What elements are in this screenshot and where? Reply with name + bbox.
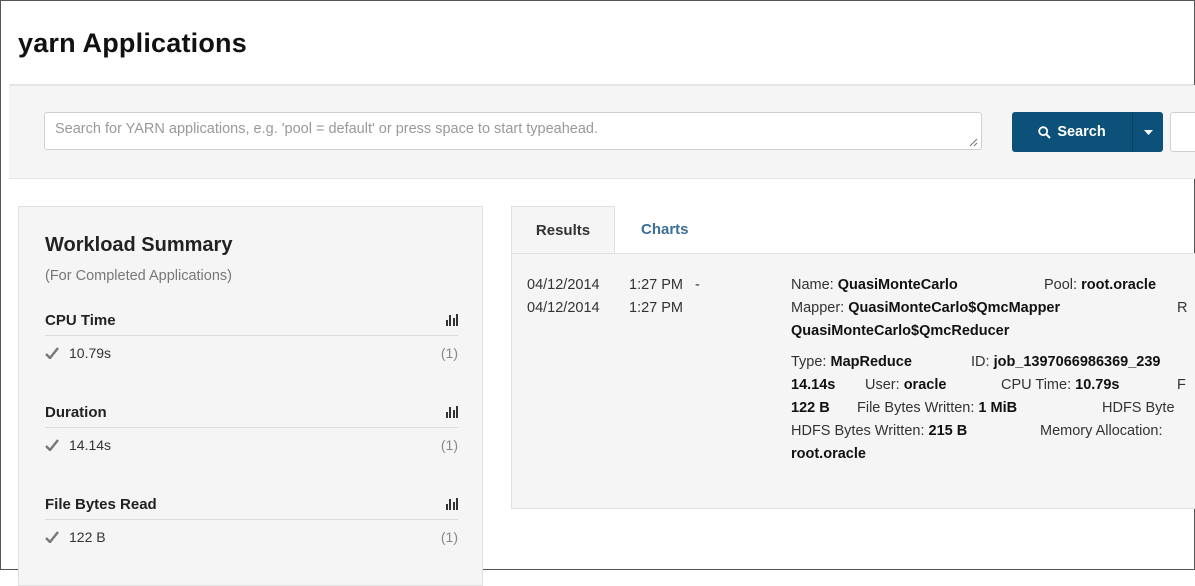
pool-value[interactable]: root.oracle xyxy=(1081,277,1156,293)
id-label: ID: xyxy=(971,354,990,370)
metric-name: File Bytes Read xyxy=(45,495,157,513)
file-bytes-read-value[interactable]: 122 B xyxy=(791,400,830,416)
histogram-icon[interactable] xyxy=(445,498,458,510)
caret-down-icon xyxy=(1143,129,1153,135)
id-value[interactable]: job_1397066986369_239 xyxy=(994,354,1161,370)
search-input[interactable] xyxy=(44,112,982,150)
end-date: 04/12/2014 xyxy=(527,300,600,316)
type-value[interactable]: MapReduce xyxy=(831,354,912,370)
checkmark-icon xyxy=(45,531,59,543)
metric-duration: Duration 14.14s (1) xyxy=(45,397,458,462)
mapper-value[interactable]: QuasiMonteCarlo$QmcMapper xyxy=(848,300,1060,316)
mapper-label: Mapper: xyxy=(791,300,845,316)
search-button-label: Search xyxy=(1057,124,1106,140)
end-time: 1:27 PM xyxy=(629,300,683,316)
file-bytes-written-value[interactable]: 1 MiB xyxy=(978,400,1017,416)
metric-value: 14.14s xyxy=(69,437,112,453)
metric-name: Duration xyxy=(45,403,107,421)
hdfs-bytes-written-value[interactable]: 215 B xyxy=(929,423,968,439)
reducer-label-truncated: R xyxy=(1177,300,1188,316)
cpu-time-label: CPU Time: xyxy=(1001,377,1072,393)
checkmark-icon xyxy=(45,439,59,451)
checkmark-icon xyxy=(45,347,59,359)
start-date: 04/12/2014 xyxy=(527,277,600,293)
start-time: 1:27 PM xyxy=(629,277,683,293)
metric-value: 10.79s xyxy=(69,345,112,361)
tab-results[interactable]: Results xyxy=(511,206,615,253)
search-panel: Search xyxy=(9,85,1195,179)
metric-value-row[interactable]: 14.14s (1) xyxy=(45,428,458,462)
duration-value[interactable]: 14.14s xyxy=(791,377,835,393)
range-dash: - xyxy=(695,277,700,293)
tab-charts[interactable]: Charts xyxy=(625,206,705,253)
pool-label: Pool: xyxy=(1044,277,1078,293)
search-icon xyxy=(1038,125,1052,139)
metric-value-row[interactable]: 10.79s (1) xyxy=(45,336,458,370)
file-bytes-written-label: File Bytes Written: xyxy=(857,400,975,416)
metric-count: (1) xyxy=(440,437,458,453)
hdfs-bytes-written-label: HDFS Bytes Written: xyxy=(791,423,925,439)
workload-summary-panel: Workload Summary (For Completed Applicat… xyxy=(18,206,483,586)
page-title: yarn Applications xyxy=(18,28,247,58)
time-range: 04/12/2014 1:27 PM - 04/12/2014 1:27 PM xyxy=(527,274,700,320)
queue-value[interactable]: root.oracle xyxy=(791,446,866,462)
metric-cpu-time: CPU Time 10.79s (1) xyxy=(45,305,458,370)
hdfs-bytes-read-label-truncated: HDFS Byte xyxy=(1102,400,1175,416)
user-label: User: xyxy=(865,377,900,393)
metric-count: (1) xyxy=(440,345,458,361)
name-label: Name: xyxy=(791,277,834,293)
search-options-dropdown-button[interactable] xyxy=(1133,112,1163,152)
secondary-button[interactable] xyxy=(1170,112,1195,152)
application-result[interactable]: 04/12/2014 1:27 PM - 04/12/2014 1:27 PM Nam… xyxy=(511,253,1195,509)
metric-value: 122 B xyxy=(69,529,106,545)
cpu-time-value[interactable]: 10.79s xyxy=(1075,377,1119,393)
type-label: Type: xyxy=(791,354,827,370)
memory-allocation-label: Memory Allocation: xyxy=(1040,423,1163,439)
reducer-value[interactable]: QuasiMonteCarlo$QmcReducer xyxy=(791,323,1009,339)
application-details: Name: QuasiMonteCarlo Pool: root.oracle … xyxy=(791,274,1195,466)
workload-summary-subtitle: (For Completed Applications) xyxy=(45,268,232,284)
user-value[interactable]: oracle xyxy=(904,377,947,393)
truncated-label-f: F xyxy=(1177,377,1186,393)
metric-count: (1) xyxy=(440,529,458,545)
search-button[interactable]: Search xyxy=(1012,112,1133,152)
histogram-icon[interactable] xyxy=(445,406,458,418)
metric-file-bytes-read: File Bytes Read 122 B (1) xyxy=(45,489,458,554)
histogram-icon[interactable] xyxy=(445,314,458,326)
metric-value-row[interactable]: 122 B (1) xyxy=(45,520,458,554)
metric-name: CPU Time xyxy=(45,311,116,329)
name-value[interactable]: QuasiMonteCarlo xyxy=(838,277,958,293)
workload-summary-title: Workload Summary xyxy=(45,234,233,256)
